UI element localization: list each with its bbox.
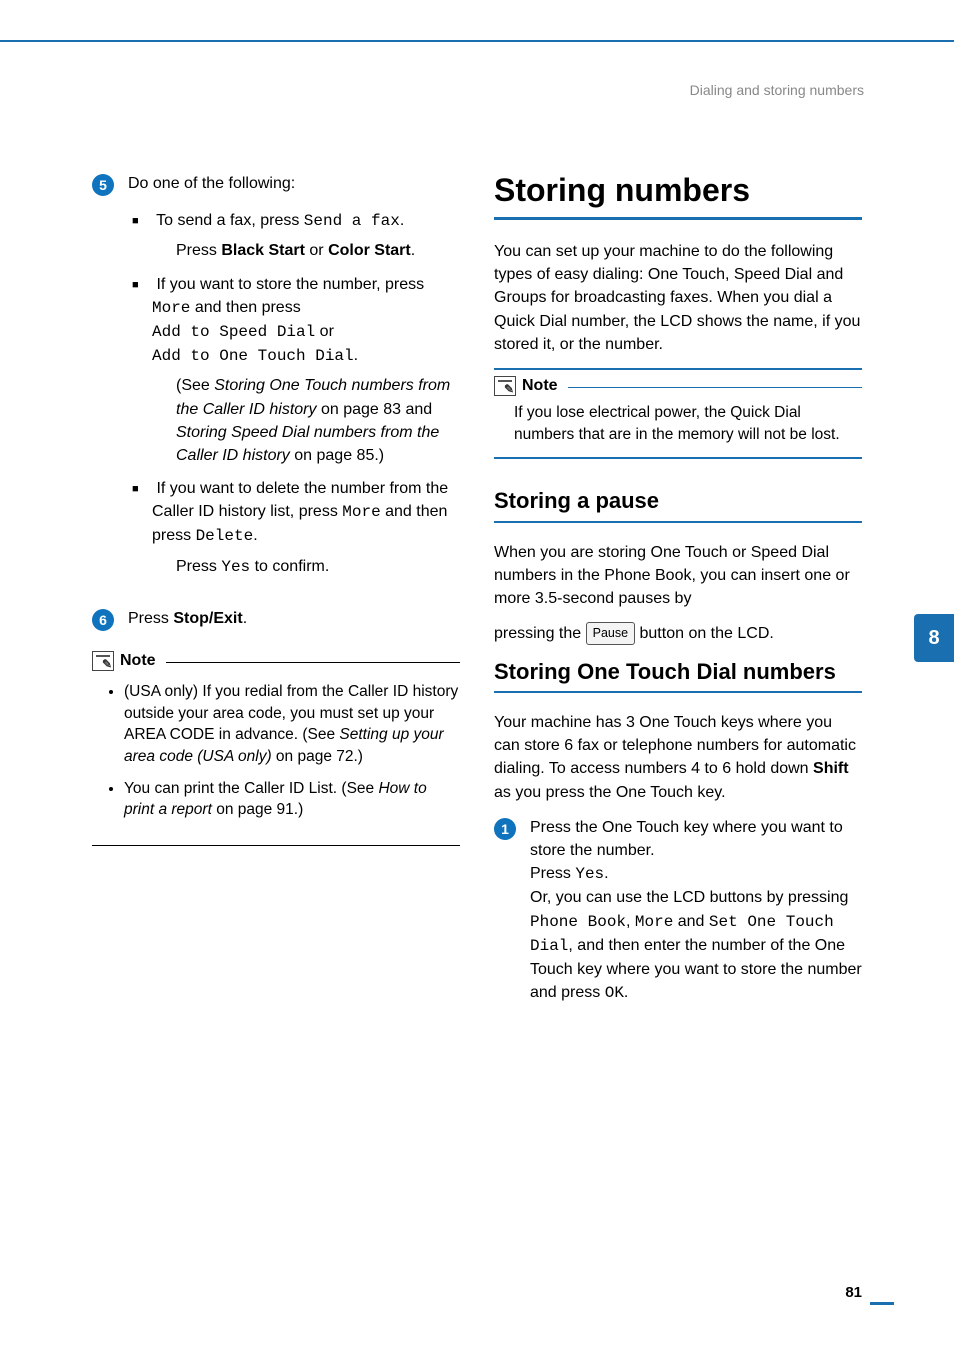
h2-rule-2: [494, 691, 862, 693]
t: or: [305, 242, 328, 259]
bullet-store-number-sub: (See Storing One Touch numbers from the …: [176, 374, 460, 467]
step-1-body: Press the One Touch key where you want t…: [530, 816, 862, 1006]
t: .: [604, 865, 608, 882]
bullet-delete-number-sub: Press Yes to confirm.: [176, 555, 460, 579]
note-head-rule: [568, 387, 862, 388]
mono-delete: Delete: [196, 527, 254, 545]
step-5-lead: Do one of the following:: [128, 175, 295, 192]
page-content: 5 Do one of the following: To send a fax…: [0, 42, 954, 1005]
note-icon: [92, 651, 114, 671]
t: You can print the Caller ID List. (See: [124, 780, 378, 797]
pause-button-graphic: Pause: [586, 622, 635, 644]
mono-yes-2: Yes: [575, 865, 604, 883]
pause-para-1: When you are storing One Touch or Speed …: [494, 541, 862, 611]
t: Press: [176, 242, 221, 259]
running-header: Dialing and storing numbers: [690, 82, 864, 98]
step1-line3: Or, you can use the LCD buttons by press…: [530, 886, 862, 1005]
mono-send-a-fax: Send a fax: [304, 212, 400, 230]
note-title: Note: [120, 652, 156, 670]
bullet-send-fax: To send a fax, press Send a fax.: [152, 209, 460, 233]
t: .: [253, 527, 257, 544]
t: to confirm.: [250, 558, 329, 575]
right-column: Storing numbers You can set up your mach…: [494, 172, 862, 1005]
heading-storing-pause: Storing a pause: [494, 487, 862, 515]
top-accent-bar: [0, 0, 954, 42]
t: and then press: [190, 299, 300, 316]
left-column: 5 Do one of the following: To send a fax…: [92, 172, 460, 1005]
note-body-right: If you lose electrical power, the Quick …: [494, 396, 862, 445]
step-5: 5 Do one of the following: To send a fax…: [92, 172, 460, 589]
t: Press: [530, 865, 575, 882]
t: on page 83 and: [317, 401, 433, 418]
heading-storing-numbers: Storing numbers: [494, 172, 862, 209]
bold-black-start: Black Start: [221, 242, 305, 259]
step1-line2: Press Yes.: [530, 862, 862, 886]
mono-more: More: [152, 299, 190, 317]
t: Or, you can use the LCD buttons by press…: [530, 889, 848, 906]
footer-accent: [870, 1283, 894, 1305]
mono-more-3: More: [635, 913, 673, 931]
t: .: [624, 984, 628, 1001]
bold-shift: Shift: [813, 760, 849, 777]
step-badge-1: 1: [494, 818, 516, 840]
step1-line1: Press the One Touch key where you want t…: [530, 816, 862, 862]
bullet-delete-number: If you want to delete the number from th…: [152, 477, 460, 549]
mono-phone-book: Phone Book: [530, 913, 626, 931]
note-title: Note: [522, 377, 558, 395]
step-6: 6 Press Stop/Exit.: [92, 607, 460, 631]
note-item-area-code: (USA only) If you redial from the Caller…: [124, 681, 460, 768]
pause-para-2: pressing the Pause button on the LCD.: [494, 622, 862, 645]
t: Press: [176, 558, 221, 575]
heading-one-touch: Storing One Touch Dial numbers: [494, 658, 862, 686]
t: Press: [128, 610, 173, 627]
t: , and then enter the number of the One T…: [530, 937, 862, 1001]
note-item-print-list: You can print the Caller ID List. (See H…: [124, 778, 460, 821]
t: on page 85.): [290, 447, 384, 464]
bullet-send-fax-sub: Press Black Start or Color Start.: [176, 239, 460, 262]
mono-yes: Yes: [221, 558, 250, 576]
note-block-left: Note (USA only) If you redial from the C…: [92, 651, 460, 846]
step-5-body: Do one of the following: To send a fax, …: [128, 172, 460, 589]
note-icon: [494, 376, 516, 396]
h1-rule: [494, 217, 862, 220]
step-6-body: Press Stop/Exit.: [128, 607, 460, 630]
mono-add-speed-dial: Add to Speed Dial: [152, 323, 315, 341]
one-touch-intro: Your machine has 3 One Touch keys where …: [494, 711, 862, 804]
t: ,: [626, 913, 635, 930]
bold-color-start: Color Start: [328, 242, 411, 259]
t: or: [315, 323, 334, 340]
step-badge-5: 5: [92, 174, 114, 196]
mono-ok: OK: [605, 984, 624, 1002]
t: (See: [176, 377, 214, 394]
mono-add-one-touch: Add to One Touch Dial: [152, 347, 354, 365]
t: on page 72.): [272, 748, 363, 765]
bullet-store-number: If you want to store the number, press M…: [152, 273, 460, 369]
h2-rule-1: [494, 521, 862, 523]
t: as you press the One Touch key.: [494, 784, 726, 801]
t: button on the LCD.: [635, 625, 774, 642]
t: Your machine has 3 One Touch keys where …: [494, 714, 856, 777]
mono-more-2: More: [342, 503, 380, 521]
t: and: [673, 913, 709, 930]
intro-para: You can set up your machine to do the fo…: [494, 240, 862, 356]
t: If you want to store the number, press: [156, 276, 424, 293]
t: pressing the: [494, 625, 586, 642]
step-badge-6: 6: [92, 609, 114, 631]
page-number: 81: [845, 1284, 862, 1301]
t: .: [354, 347, 358, 364]
t: .: [411, 242, 415, 259]
chapter-tab: 8: [914, 614, 954, 662]
bold-stop-exit: Stop/Exit: [173, 610, 242, 627]
t: .: [400, 212, 404, 229]
note-head-rule: [166, 662, 460, 663]
t: .: [243, 610, 247, 627]
t: To send a fax, press: [156, 212, 304, 229]
note-box-right: Note If you lose electrical power, the Q…: [494, 368, 862, 459]
t: on page 91.): [212, 801, 303, 818]
step-1-right: 1 Press the One Touch key where you want…: [494, 816, 862, 1006]
